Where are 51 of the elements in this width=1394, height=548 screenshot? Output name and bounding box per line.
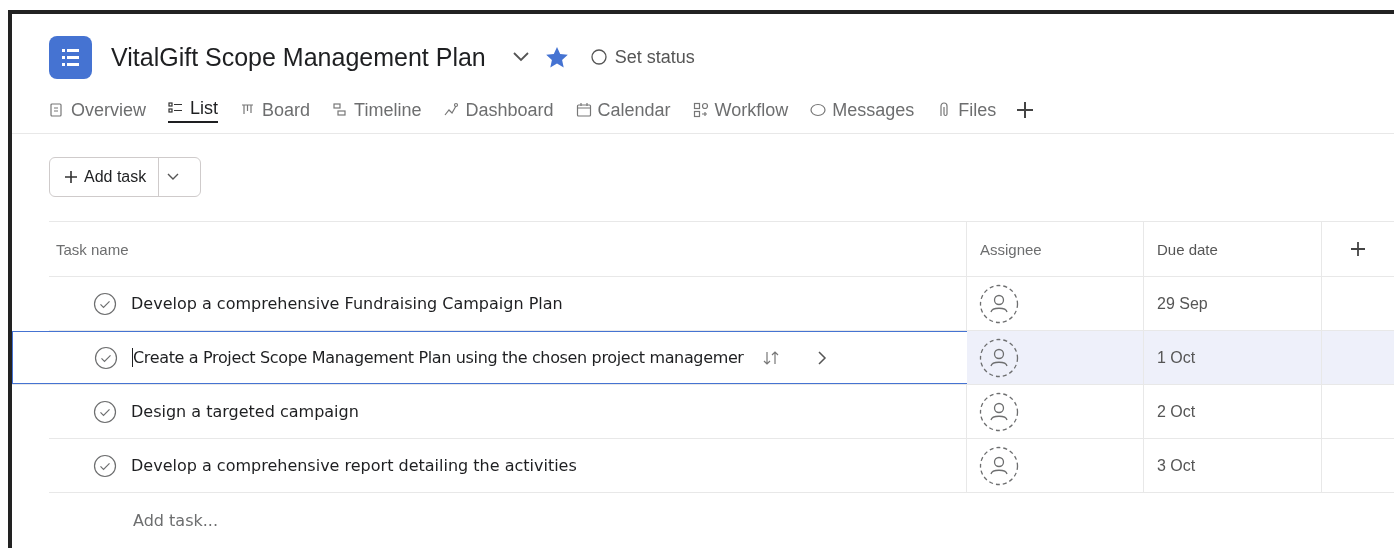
chevron-down-icon[interactable] bbox=[511, 51, 530, 63]
view-tab[interactable]: Dashboard bbox=[443, 95, 554, 125]
avatar-placeholder-icon[interactable] bbox=[979, 283, 1019, 324]
status-circle-icon bbox=[590, 49, 607, 65]
star-icon[interactable] bbox=[544, 45, 569, 69]
list-icon bbox=[168, 100, 184, 116]
timeline-icon bbox=[332, 102, 349, 118]
view-tab[interactable]: Files bbox=[936, 95, 997, 125]
avatar-placeholder-icon[interactable] bbox=[979, 337, 1019, 378]
task-name[interactable]: Design a targeted campaign bbox=[131, 402, 359, 421]
dashboard-icon bbox=[443, 102, 460, 118]
due-date[interactable]: 3 Oct bbox=[1144, 439, 1322, 492]
avatar-placeholder-icon[interactable] bbox=[979, 391, 1019, 432]
view-tab[interactable]: Calendar bbox=[575, 95, 671, 125]
view-tab[interactable]: List bbox=[168, 95, 219, 123]
view-tab[interactable]: Timeline bbox=[332, 95, 422, 125]
view-tab[interactable]: Overview bbox=[49, 95, 146, 125]
chevron-right-icon[interactable] bbox=[816, 350, 827, 365]
add-task-link[interactable]: Add task... bbox=[133, 510, 218, 530]
task-row[interactable]: Design a targeted campaign 2 Oct bbox=[49, 385, 1394, 439]
check-circle-icon[interactable] bbox=[93, 453, 117, 478]
column-header: Due date bbox=[1144, 222, 1322, 276]
project-icon bbox=[49, 35, 92, 79]
add-column-icon[interactable] bbox=[1350, 241, 1366, 257]
task-name[interactable]: Develop a comprehensive report detailing the activities bbox=[131, 456, 577, 475]
column-header: Task name bbox=[49, 222, 967, 276]
add-icon[interactable] bbox=[1016, 101, 1035, 119]
check-circle-icon[interactable] bbox=[94, 345, 118, 370]
task-row-outline[interactable]: Create a Project Scope Management Plan using the chosen project managemer bbox=[12, 331, 967, 384]
chevron-down-icon bbox=[167, 173, 180, 181]
check-circle-icon[interactable] bbox=[93, 291, 117, 316]
view-tab[interactable]: Board bbox=[240, 95, 311, 125]
set-status-button[interactable]: Set status bbox=[590, 46, 695, 68]
calendar-icon bbox=[575, 102, 592, 118]
task-row[interactable]: Develop a comprehensive report detailing the activities 3 Oct bbox=[49, 439, 1394, 493]
view-tab[interactable]: Messages bbox=[810, 95, 915, 125]
project-title: VitalGift Scope Management Plan bbox=[111, 42, 486, 72]
messages-icon bbox=[810, 102, 827, 118]
view-tab[interactable]: Workflow bbox=[692, 95, 789, 125]
plus-icon bbox=[65, 171, 77, 183]
workflow-icon bbox=[692, 102, 709, 118]
task-name[interactable]: Create a Project Scope Management Plan using the chosen project managemer bbox=[132, 348, 744, 367]
overview-icon bbox=[49, 102, 65, 118]
due-date[interactable]: 1 Oct bbox=[1144, 331, 1322, 384]
task-name[interactable]: Develop a comprehensive Fundraising Campaign Plan bbox=[131, 294, 563, 313]
check-circle-icon[interactable] bbox=[93, 399, 117, 424]
task-row[interactable]: Create a Project Scope Management Plan using the chosen project managemer 1 Oct bbox=[12, 331, 1394, 385]
avatar-placeholder-icon[interactable] bbox=[979, 445, 1019, 486]
due-date[interactable]: 29 Sep bbox=[1144, 277, 1322, 330]
due-date[interactable]: 2 Oct bbox=[1144, 385, 1322, 438]
column-header: Assignee bbox=[967, 222, 1144, 276]
